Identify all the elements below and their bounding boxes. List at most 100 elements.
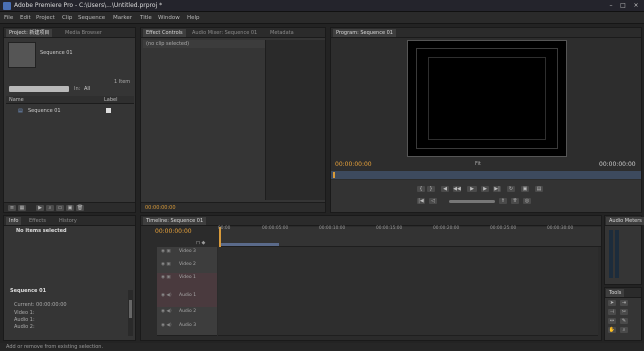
- jog-shuttle[interactable]: [449, 200, 495, 203]
- track-toggle-icon[interactable]: ◉ ◀): [161, 309, 172, 314]
- tab-project[interactable]: Project: 新建项目: [6, 29, 53, 37]
- zoom-tool-icon[interactable]: ⌕: [620, 327, 628, 333]
- track-lane[interactable]: [218, 307, 598, 322]
- menu-edit[interactable]: Edit: [20, 15, 31, 21]
- track-toggle-icon[interactable]: ◉ ▣: [161, 249, 171, 254]
- go-to-in-icon[interactable]: |◀: [417, 198, 425, 204]
- tab-effect-controls[interactable]: Effect Controls: [143, 29, 186, 37]
- program-timecode-left[interactable]: 00:00:00:00: [335, 161, 372, 168]
- track-toggle-icon[interactable]: ◉ ▣: [161, 275, 171, 280]
- fit-select[interactable]: Fit: [475, 161, 481, 167]
- track-lane[interactable]: [218, 291, 598, 308]
- tab-media-browser[interactable]: Media Browser: [62, 29, 105, 37]
- ruler-label: 00:00:20:00: [433, 226, 460, 231]
- search-input[interactable]: [9, 86, 69, 92]
- column-label[interactable]: Label: [104, 97, 118, 103]
- menu-sequence[interactable]: Sequence: [78, 15, 105, 21]
- extract-icon[interactable]: ⇈: [511, 198, 519, 204]
- new-bin-icon[interactable]: ▭: [56, 205, 64, 211]
- track-header-video-3[interactable]: ◉ ▣ Video 3: [157, 247, 217, 261]
- project-item-count: 1 Item: [114, 79, 131, 85]
- list-item[interactable]: ▤ Sequence 01: [6, 106, 134, 115]
- play-button[interactable]: ▶: [467, 186, 477, 192]
- slip-tool-icon[interactable]: ↔: [608, 318, 616, 324]
- track-header-audio-1[interactable]: ◉ ◀) Audio 1: [157, 291, 217, 308]
- hand-tool-icon[interactable]: ✋: [608, 327, 616, 333]
- mark-in-icon[interactable]: {: [417, 186, 425, 192]
- mark-out-icon[interactable]: }: [427, 186, 435, 192]
- razor-tool-icon[interactable]: ✂: [620, 309, 628, 315]
- info-current-time: Current: 00:00:00:00: [14, 302, 67, 308]
- column-name[interactable]: Name: [9, 97, 24, 103]
- in-select[interactable]: All: [84, 86, 90, 92]
- project-panel: Project: 新建项目 Media Browser Sequence 01 …: [3, 27, 136, 213]
- export-frame-icon[interactable]: ◎: [523, 198, 531, 204]
- playhead-marker[interactable]: [333, 172, 335, 178]
- track-lane[interactable]: [218, 247, 598, 261]
- safe-margins-icon[interactable]: ▣: [521, 186, 529, 192]
- shuttle-left-icon[interactable]: ◁: [429, 198, 437, 204]
- tab-info[interactable]: Info: [6, 217, 22, 225]
- track-lane[interactable]: [218, 273, 598, 292]
- lift-icon[interactable]: ⇑: [499, 198, 507, 204]
- tab-audio-mixer[interactable]: Audio Mixer: Sequence 01: [189, 29, 260, 37]
- meter-left: [609, 230, 613, 278]
- timeline-timecode[interactable]: 00:00:00:00: [155, 228, 192, 235]
- loop-icon[interactable]: ↻: [507, 186, 515, 192]
- track-header-audio-2[interactable]: ◉ ◀) Audio 2: [157, 307, 217, 322]
- tab-effects[interactable]: Effects: [26, 217, 49, 225]
- meter-right: [615, 230, 619, 278]
- selection-tool-icon[interactable]: ➤: [608, 300, 616, 306]
- menu-title[interactable]: Title: [140, 15, 152, 21]
- menu-help[interactable]: Help: [187, 15, 200, 21]
- automate-icon[interactable]: ▶: [36, 205, 44, 211]
- menu-project[interactable]: Project: [36, 15, 55, 21]
- track-toggle-icon[interactable]: ◉ ◀): [161, 293, 172, 298]
- rewind-icon[interactable]: ◀◀: [453, 186, 461, 192]
- menu-file[interactable]: File: [4, 15, 13, 21]
- track-header-video-1[interactable]: ◉ ▣ Video 1: [157, 273, 217, 292]
- tab-metadata[interactable]: Metadata: [267, 29, 297, 37]
- minimize-button[interactable]: –: [606, 1, 616, 10]
- track-header-video-2[interactable]: ◉ ▣ Video 2: [157, 260, 217, 274]
- track-lane[interactable]: [218, 260, 598, 274]
- track-toggle-icon[interactable]: ◉ ◀): [161, 323, 172, 328]
- list-view-icon[interactable]: ≡: [8, 205, 16, 211]
- icon-view-icon[interactable]: ▦: [18, 205, 26, 211]
- track-label: Audio 1: [179, 293, 197, 298]
- track-header-audio-3[interactable]: ◉ ◀) Audio 3: [157, 321, 217, 336]
- monitor-time-ruler[interactable]: [331, 171, 641, 179]
- track-select-tool-icon[interactable]: ⇥: [620, 300, 628, 306]
- label-swatch: [106, 108, 111, 113]
- step-forward-icon[interactable]: ▶: [481, 186, 489, 192]
- clear-icon[interactable]: 🗑: [76, 205, 84, 211]
- find-icon[interactable]: ⌕: [46, 205, 54, 211]
- tab-audio-meters[interactable]: Audio Meters: [606, 217, 644, 225]
- ruler-label: 00:00:25:00: [490, 226, 517, 231]
- ruler-label: 00:00:05:00: [262, 226, 289, 231]
- output-icon[interactable]: ▤: [535, 186, 543, 192]
- effect-timecode[interactable]: 00:00:00:00: [145, 205, 176, 211]
- tab-history[interactable]: History: [56, 217, 80, 225]
- ripple-edit-tool-icon[interactable]: ⊣: [608, 309, 616, 315]
- menu-clip[interactable]: Clip: [62, 15, 72, 21]
- ruler-label: 00:00: [218, 226, 231, 231]
- go-to-out-icon[interactable]: ▶|: [493, 186, 501, 192]
- menu-window[interactable]: Window: [158, 15, 180, 21]
- track-toggle-icon[interactable]: ◉ ▣: [161, 262, 171, 267]
- close-button[interactable]: ×: [631, 1, 641, 10]
- step-back-icon[interactable]: ◀: [441, 186, 449, 192]
- tab-program-monitor[interactable]: Program: Sequence 01: [333, 29, 396, 37]
- track-lane[interactable]: [218, 321, 598, 336]
- info-scrollbar[interactable]: [128, 290, 133, 336]
- tab-tools[interactable]: Tools: [606, 289, 625, 297]
- work-area-bar[interactable]: [219, 243, 279, 246]
- tab-timeline[interactable]: Timeline: Sequence 01: [143, 217, 207, 225]
- pen-tool-icon[interactable]: ✎: [620, 318, 628, 324]
- scrollbar-thumb[interactable]: [129, 300, 132, 318]
- ruler-label: 00:00:10:00: [319, 226, 346, 231]
- new-item-icon[interactable]: ▣: [66, 205, 74, 211]
- maximize-button[interactable]: □: [618, 1, 628, 10]
- menu-marker[interactable]: Marker: [113, 15, 132, 21]
- snap-icon[interactable]: ⊓ ◆: [196, 240, 205, 246]
